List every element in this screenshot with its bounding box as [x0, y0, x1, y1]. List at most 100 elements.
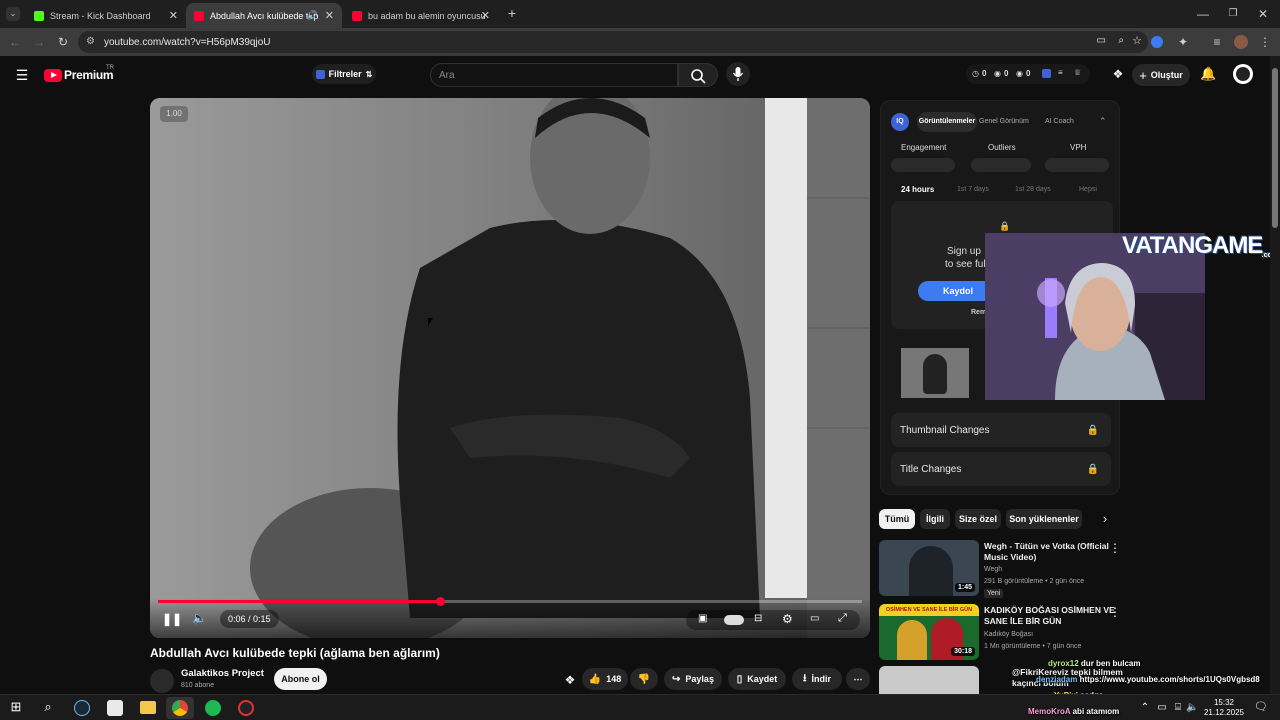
- more-vert-icon[interactable]: ⋮: [1108, 605, 1122, 619]
- hamburger-menu-icon[interactable]: ☰: [14, 68, 30, 82]
- back-icon[interactable]: ←: [8, 35, 22, 49]
- address-bar[interactable]: ⚙ youtube.com/watch?v=H56pM39qjoU ▭ ⌕ ☆: [78, 31, 1148, 53]
- chip-related[interactable]: İlgili: [920, 509, 950, 529]
- scrollbar-thumb[interactable]: [1272, 68, 1278, 228]
- tab-youtube-active[interactable]: Abdullah Avcı kulübede tep 🔊 ✕: [186, 3, 342, 28]
- tab-youtube-2[interactable]: bu adam bu alemin oyuncusu ✕: [344, 3, 498, 28]
- pause-icon[interactable]: ❚❚: [162, 612, 182, 626]
- clock-time[interactable]: 15:32: [1204, 698, 1244, 707]
- account-avatar[interactable]: [1233, 64, 1253, 84]
- tab-ai-coach[interactable]: AI Coach: [1045, 118, 1074, 125]
- range-7d[interactable]: 1st 7 days: [957, 186, 989, 193]
- zoom-icon[interactable]: ⌕: [1118, 35, 1124, 46]
- minimize-icon[interactable]: —: [1196, 7, 1210, 21]
- menu-dots-icon[interactable]: ⋮: [1258, 35, 1272, 49]
- dislike-button[interactable]: 👎: [630, 668, 658, 690]
- rec-thumbnail[interactable]: OSİMHEN VE SANE İLE BİR GÜN 30:18: [879, 604, 979, 660]
- collapse-chevron-icon[interactable]: ⌃: [1099, 116, 1107, 127]
- vidiq-player-icon[interactable]: ▣: [698, 613, 707, 624]
- like-button[interactable]: 👍 148: [582, 668, 628, 690]
- volume-icon[interactable]: 🔈: [192, 611, 207, 625]
- page-scrollbar[interactable]: [1270, 56, 1280, 694]
- chip-for-you[interactable]: Size özel: [955, 509, 1001, 529]
- subtitles-icon[interactable]: ⊟: [754, 613, 762, 624]
- tray-app-icon[interactable]: ▭: [1156, 701, 1168, 715]
- new-tab-icon[interactable]: +: [505, 6, 519, 20]
- tab-kick[interactable]: Stream - Kick Dashboard ✕: [26, 3, 186, 28]
- subscribe-button[interactable]: Abone ol: [274, 668, 327, 690]
- reload-icon[interactable]: ↻: [56, 35, 70, 49]
- remind-link[interactable]: Rem: [971, 309, 986, 316]
- youtube-logo-icon[interactable]: [44, 69, 62, 82]
- profile-avatar[interactable]: [1234, 35, 1248, 49]
- extension-icon[interactable]: [1151, 36, 1163, 48]
- title-changes-row[interactable]: Title Changes 🔒: [891, 452, 1111, 486]
- chevron-right-icon[interactable]: ›: [1098, 512, 1112, 526]
- rec-thumbnail[interactable]: [879, 666, 979, 694]
- close-icon[interactable]: ✕: [481, 9, 490, 22]
- site-info-icon[interactable]: ⚙: [86, 36, 95, 47]
- restore-icon[interactable]: ❐: [1226, 7, 1240, 21]
- settings-gear-icon[interactable]: ⚙: [782, 612, 793, 626]
- video-player[interactable]: 1.00 ❚❚ 🔈 0:06 / 0:15 ▣ ⊟ ⚙ ▭ ⤢: [150, 98, 870, 638]
- obs-icon[interactable]: [238, 700, 254, 716]
- rec-title[interactable]: KADIKÖY BOĞASI OSİMHEN VE SANE İLE BİR G…: [984, 605, 1115, 627]
- close-icon[interactable]: ✕: [325, 9, 334, 22]
- bookmark-star-icon[interactable]: ☆: [1132, 34, 1142, 47]
- channel-name[interactable]: Galaktikos Project: [181, 668, 264, 679]
- file-explorer-icon[interactable]: [140, 701, 156, 714]
- store-icon[interactable]: [107, 700, 123, 716]
- media-control-icon[interactable]: ≡: [1210, 35, 1224, 49]
- thumbnail-changes-row[interactable]: Thumbnail Changes 🔒: [891, 413, 1111, 447]
- search-input[interactable]: Ara: [430, 63, 678, 87]
- notifications-icon[interactable]: 🗨: [1254, 700, 1268, 714]
- clock-date[interactable]: 21.12.2025: [1198, 708, 1250, 717]
- autoplay-toggle[interactable]: [724, 615, 744, 625]
- channel-avatar[interactable]: [150, 669, 174, 693]
- notifications-bell-icon[interactable]: 🔔: [1200, 67, 1216, 81]
- extensions-puzzle-icon[interactable]: ✦: [1176, 35, 1190, 49]
- theater-mode-icon[interactable]: ▭: [810, 613, 819, 624]
- progress-bar[interactable]: [158, 597, 862, 606]
- rec-title[interactable]: Wegh - Tütün ve Votka (Official Music Vi…: [984, 541, 1109, 563]
- progress-scrubber[interactable]: [435, 597, 445, 606]
- network-icon[interactable]: ⌸: [1172, 701, 1184, 715]
- tab-search-icon[interactable]: ⌄: [6, 7, 20, 21]
- close-icon[interactable]: ✕: [169, 9, 178, 22]
- forward-icon[interactable]: →: [32, 35, 46, 49]
- cast-icon[interactable]: ▭: [1097, 35, 1106, 46]
- more-vert-icon[interactable]: ⋮: [1108, 541, 1122, 555]
- volume-icon[interactable]: 🔈: [1186, 701, 1198, 715]
- speed-badge[interactable]: 1.00: [160, 106, 188, 122]
- chrome-taskbar-button[interactable]: [166, 697, 194, 719]
- close-window-icon[interactable]: ✕: [1256, 7, 1270, 21]
- steam-icon[interactable]: [74, 700, 90, 716]
- more-actions-button[interactable]: ⋯: [846, 668, 870, 690]
- fullscreen-icon[interactable]: ⤢: [838, 612, 847, 625]
- save-button[interactable]: ▯ Kaydet: [728, 668, 786, 690]
- windows-start-icon[interactable]: ⊞: [8, 700, 24, 714]
- vidiq-stats-bar[interactable]: ◷ 0 ◉ 0 ◉ 0 ≡ ♕: [966, 64, 1090, 84]
- range-28d[interactable]: 1st 28 days: [1015, 186, 1051, 193]
- search-button[interactable]: [678, 63, 718, 87]
- create-button[interactable]: + Oluştur: [1132, 64, 1190, 86]
- download-button[interactable]: ⭳ İndir: [792, 668, 842, 690]
- filters-button[interactable]: Filtreler ⇅: [312, 64, 376, 84]
- gem-icon[interactable]: ❖: [1110, 67, 1126, 81]
- share-button[interactable]: ↪ Paylaş: [664, 668, 722, 690]
- speaker-icon[interactable]: 🔊: [307, 10, 318, 21]
- rec-thumbnail[interactable]: 1:45: [879, 540, 979, 596]
- tab-views[interactable]: Görüntülenmeler: [917, 112, 977, 132]
- rec-channel[interactable]: Kadıköy Boğası: [984, 631, 1033, 638]
- range-all[interactable]: Hepsi: [1079, 186, 1097, 193]
- gem-icon[interactable]: ❖: [562, 673, 578, 687]
- spotify-icon[interactable]: [205, 700, 221, 716]
- chip-all[interactable]: Tümü: [879, 509, 915, 529]
- tray-chevron-icon[interactable]: ⌃: [1140, 701, 1150, 715]
- search-icon[interactable]: ⌕: [40, 700, 56, 714]
- chip-recent[interactable]: Son yüklenenler: [1006, 509, 1082, 529]
- tab-overview[interactable]: Genel Görünüm: [979, 118, 1029, 125]
- range-24h[interactable]: 24 hours: [901, 185, 934, 194]
- voice-search-button[interactable]: [726, 62, 750, 86]
- rec-channel[interactable]: Wegh: [984, 566, 1002, 573]
